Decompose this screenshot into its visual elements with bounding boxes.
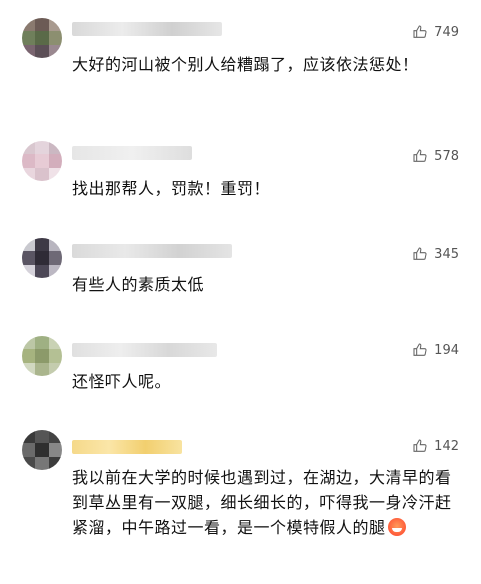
like-button[interactable]: 194 bbox=[412, 342, 459, 358]
like-count: 194 bbox=[434, 342, 459, 358]
username-redacted bbox=[72, 146, 192, 160]
thumbs-up-icon bbox=[413, 247, 427, 260]
comment-text: 大好的河山被个别人给糟蹋了，应该依法惩处！ bbox=[72, 55, 419, 74]
avatar[interactable] bbox=[22, 430, 62, 470]
comment-text: 我以前在大学的时候也遇到过，在湖边，大清早的看到草丛里有一双腿，细长细长的，吓得… bbox=[72, 465, 452, 540]
username-redacted bbox=[72, 440, 182, 454]
avatar[interactable] bbox=[22, 141, 62, 181]
laughing-emoji-icon bbox=[387, 518, 406, 536]
comment-text: 还怪吓人呢。 bbox=[72, 372, 172, 391]
avatar[interactable] bbox=[22, 18, 62, 58]
thumbs-up-icon bbox=[413, 149, 427, 162]
like-button[interactable]: 749 bbox=[412, 24, 459, 40]
thumbs-up-icon bbox=[413, 439, 427, 452]
avatar[interactable] bbox=[22, 336, 62, 376]
comment-text: 有些人的素质太低 bbox=[72, 275, 205, 294]
thumbs-up-icon bbox=[413, 25, 427, 38]
like-count: 142 bbox=[434, 438, 459, 454]
like-button[interactable]: 578 bbox=[412, 148, 459, 164]
username-redacted bbox=[72, 244, 232, 258]
like-button[interactable]: 142 bbox=[412, 438, 459, 454]
like-count: 578 bbox=[434, 148, 459, 164]
username-redacted bbox=[72, 22, 222, 36]
like-button[interactable]: 345 bbox=[412, 246, 459, 262]
avatar[interactable] bbox=[22, 238, 62, 278]
username-redacted bbox=[72, 343, 217, 357]
comment-text: 找出那帮人，罚款！重罚！ bbox=[72, 179, 271, 198]
thumbs-up-icon bbox=[413, 343, 427, 356]
like-count: 345 bbox=[434, 246, 459, 262]
like-count: 749 bbox=[434, 24, 459, 40]
